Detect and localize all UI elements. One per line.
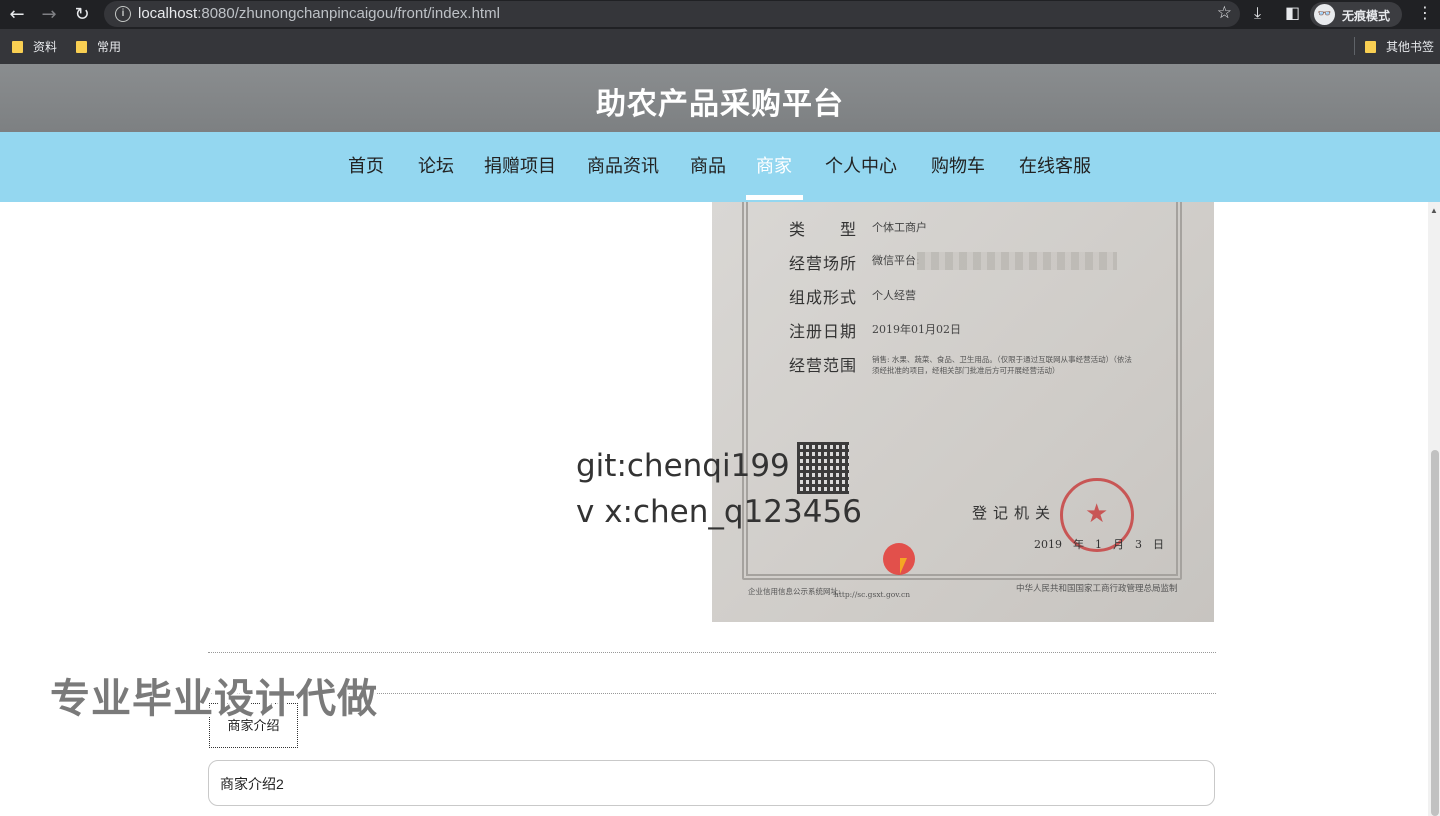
folder-icon <box>76 41 87 53</box>
incognito-badge[interactable]: 👓 无痕模式 <box>1310 2 1402 27</box>
seal-star-icon: ★ <box>1085 499 1109 529</box>
license-redacted-block <box>917 252 1117 270</box>
license-label-type: 类 型 <box>789 220 858 239</box>
mouse-cursor-icon <box>900 558 907 574</box>
bookmark-folder-ziliao[interactable]: 资料 <box>12 38 57 55</box>
nav-item-customer-service[interactable]: 在线客服 <box>1019 152 1091 178</box>
qr-code-image <box>797 442 849 494</box>
browser-toolbar: ← → ↻ i localhost:8080/zhunongchanpincai… <box>0 0 1440 29</box>
watermark-line-1: git:chenqi199 <box>576 448 790 484</box>
license-label-scope: 经营范围 <box>789 356 858 375</box>
forward-icon[interactable]: → <box>37 3 61 27</box>
bookmark-folder-changyong[interactable]: 常用 <box>76 38 121 55</box>
nav-item-home[interactable]: 首页 <box>348 152 384 178</box>
overlay-caption: 专业毕业设计代做 <box>50 677 378 721</box>
license-value-scope: 销售: 水果、蔬菜、食品、卫生用品。（仅限于通过互联网从事经营活动）（依法须经批… <box>872 355 1132 375</box>
incognito-label: 无痕模式 <box>1342 9 1391 23</box>
license-authority-label: 登记机关 <box>972 504 1057 522</box>
folder-icon <box>12 41 23 53</box>
nav-item-cart[interactable]: 购物车 <box>931 152 985 178</box>
site-title: 助农产品采购平台 <box>596 88 844 121</box>
bookmark-label: 资料 <box>33 40 58 54</box>
merchant-description: 商家介绍2 <box>208 760 1215 806</box>
click-highlight <box>883 543 915 575</box>
bookmark-label: 其他书签 <box>1386 40 1435 54</box>
license-footer-url: http://sc.gsxt.gov.cn <box>834 590 911 599</box>
url-host: localhost <box>138 5 198 22</box>
url-text[interactable]: localhost:8080/zhunongchanpincaigou/fron… <box>138 5 500 22</box>
nav-item-donation[interactable]: 捐赠项目 <box>484 152 556 178</box>
address-bar[interactable]: i localhost:8080/zhunongchanpincaigou/fr… <box>104 1 1240 27</box>
watermark-line-2: v x:chen_q123456 <box>576 494 862 530</box>
main-nav: 首页 论坛 捐赠项目 商品资讯 商品 商家 个人中心 购物车 在线客服 <box>0 132 1440 202</box>
bookmarks-bar: 资料 常用 其他书签 <box>0 29 1440 64</box>
license-issue-date: 2019 年 1 月 3 日 <box>1034 538 1164 551</box>
scroll-up-icon[interactable]: ▲ <box>1430 206 1438 215</box>
license-value-place: 微信平台: <box>872 254 920 267</box>
incognito-icon: 👓 <box>1314 4 1335 25</box>
merchant-license-image: 类 型 个体工商户 经营场所 微信平台: 组成形式 个人经营 注册日期 2019… <box>712 202 1214 622</box>
bookmark-star-icon[interactable]: ☆ <box>1217 3 1232 23</box>
download-icon[interactable]: ⤓ <box>1254 3 1261 23</box>
back-icon[interactable]: ← <box>5 3 29 27</box>
license-footer-right: 中华人民共和国国家工商行政管理总局监制 <box>1016 584 1178 594</box>
site-info-icon[interactable]: i <box>115 6 131 22</box>
license-label-place: 经营场所 <box>789 254 858 273</box>
bookmarks-divider <box>1354 37 1355 55</box>
side-panel-icon[interactable]: ◧ <box>1285 3 1300 22</box>
license-label-form: 组成形式 <box>789 288 858 307</box>
license-value-date: 2019年01月02日 <box>872 323 961 336</box>
nav-item-personal-center[interactable]: 个人中心 <box>825 152 897 178</box>
nav-item-merchants[interactable]: 商家 <box>756 152 792 178</box>
nav-item-products[interactable]: 商品 <box>690 152 726 178</box>
browser-menu-icon[interactable]: ⋮ <box>1417 3 1433 22</box>
other-bookmarks[interactable]: 其他书签 <box>1365 38 1434 55</box>
folder-icon <box>1365 41 1376 53</box>
license-label-date: 注册日期 <box>789 322 858 341</box>
license-footer-left: 企业信用信息公示系统网址: <box>748 587 841 596</box>
license-value-type: 个体工商户 <box>872 221 927 234</box>
license-value-form: 个人经营 <box>872 289 916 302</box>
nav-item-forum[interactable]: 论坛 <box>418 152 454 178</box>
reload-icon[interactable]: ↻ <box>70 3 94 27</box>
active-nav-indicator <box>746 195 803 200</box>
nav-item-news[interactable]: 商品资讯 <box>587 152 659 178</box>
section-divider <box>208 652 1216 653</box>
url-path: :8080/zhunongchanpincaigou/front/index.h… <box>197 5 500 22</box>
site-header: 助农产品采购平台 <box>0 64 1440 132</box>
scrollbar-thumb[interactable] <box>1431 450 1439 816</box>
bookmark-label: 常用 <box>97 40 122 54</box>
